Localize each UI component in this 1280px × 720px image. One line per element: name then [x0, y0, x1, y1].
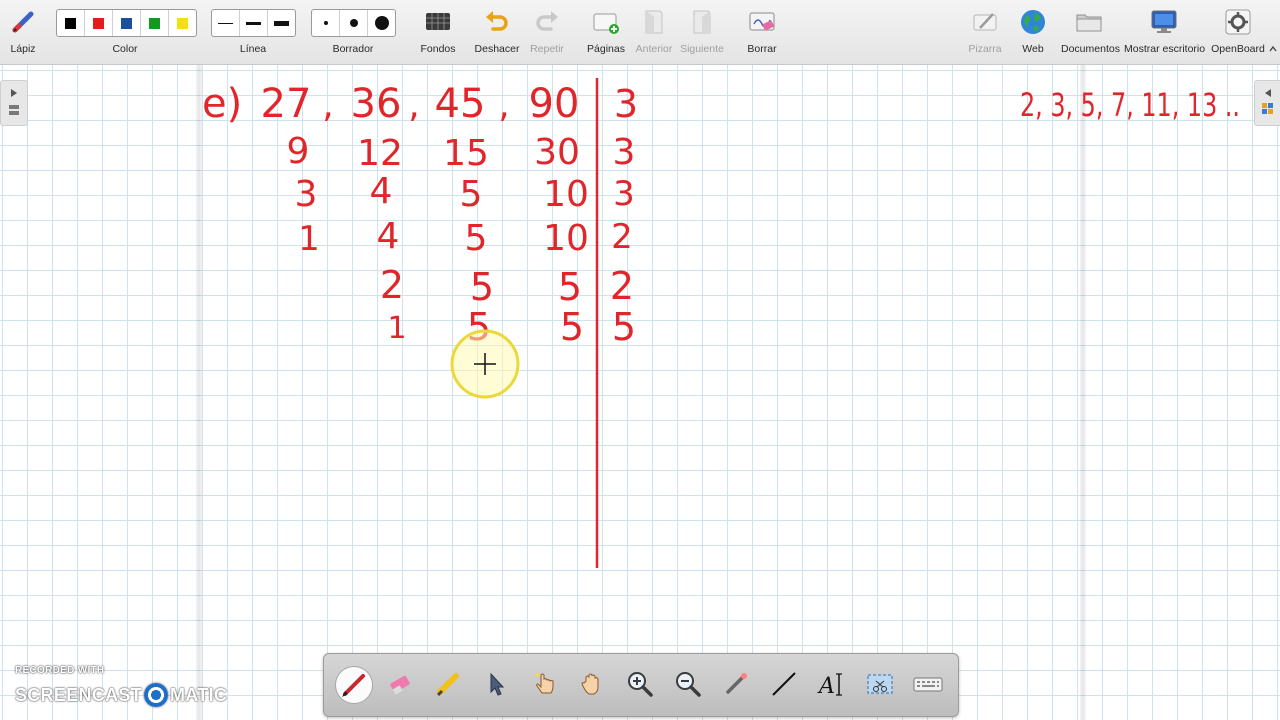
- eraser-icon: [390, 675, 410, 695]
- comma: ,: [498, 85, 509, 126]
- capture-icon: [867, 674, 893, 694]
- quotient-cell: 10: [543, 174, 589, 215]
- divisor: 3: [614, 82, 638, 126]
- eraser-tool-button[interactable]: [383, 667, 417, 701]
- watermark-right-text: MATIC: [170, 684, 228, 705]
- line-tool-button[interactable]: [767, 667, 801, 701]
- quotient-cell: 4: [370, 171, 393, 212]
- keyboard-icon: [913, 677, 943, 692]
- pan-hand-icon: [581, 673, 599, 695]
- quotient-cell: 5: [558, 265, 582, 309]
- quotient-cell: 2: [380, 263, 404, 307]
- line-icon: [772, 672, 796, 696]
- svg-text:A: A: [817, 674, 835, 699]
- interact-tool-button[interactable]: [527, 667, 561, 701]
- header-number: 45: [435, 81, 486, 127]
- comma: ,: [322, 85, 333, 126]
- quotient-cell: 1: [387, 311, 406, 346]
- laser-pointer-tool-button[interactable]: [719, 667, 753, 701]
- watermark-left-text: SCREENCAST: [15, 684, 143, 705]
- divisor: 3: [613, 174, 635, 214]
- pan-tool-button[interactable]: [575, 667, 609, 701]
- quotient-cell: 3: [295, 174, 318, 215]
- quotient-cell: 12: [357, 133, 403, 174]
- primes-note: 2, 3, 5, 7, 11, 13 ..: [1020, 86, 1240, 124]
- recorder-watermark-caption: RECORDED WITH: [15, 665, 105, 676]
- divisor: 5: [612, 305, 636, 349]
- zoom-in-tool-button[interactable]: [623, 667, 657, 701]
- divisor: 2: [610, 264, 634, 308]
- quotient-cell: 9: [287, 131, 310, 172]
- quotient-cell: 15: [443, 133, 489, 174]
- text-icon: A: [817, 673, 842, 699]
- pen-icon: [342, 674, 365, 697]
- selector-icon: [490, 672, 505, 696]
- quotient-cell: 5: [470, 265, 494, 309]
- virtual-keyboard-button[interactable]: [911, 667, 945, 701]
- crosshair-icon: [450, 329, 520, 399]
- problem-label: e): [202, 81, 242, 127]
- selector-tool-button[interactable]: [479, 667, 513, 701]
- highlighter-tool-button[interactable]: [431, 667, 465, 701]
- header-number: 36: [351, 81, 402, 127]
- divisor: 2: [611, 217, 633, 257]
- recorder-watermark: SCREENCAST MATIC: [15, 683, 227, 707]
- quotient-cell: 4: [377, 216, 400, 257]
- highlighter-icon: [436, 673, 459, 697]
- pointer-hand-icon: [535, 673, 554, 694]
- laser-pointer-icon: [726, 673, 747, 694]
- quotient-cell: 5: [465, 218, 488, 259]
- pen-tool-button[interactable]: [335, 666, 373, 704]
- header-number: 90: [529, 81, 580, 127]
- quotient-cell: 5: [460, 174, 483, 215]
- capture-tool-button[interactable]: [863, 667, 897, 701]
- screencast-logo-icon: [144, 683, 169, 707]
- tool-palette: A: [323, 653, 959, 717]
- quotient-cell: 5: [560, 305, 584, 349]
- quotient-cell: 30: [534, 132, 580, 173]
- text-tool-button[interactable]: A: [815, 667, 849, 701]
- comma: ,: [408, 85, 419, 126]
- zoom-out-icon: [676, 672, 701, 697]
- quotient-cell: 10: [543, 218, 589, 259]
- divisor: 3: [613, 132, 636, 173]
- quotient-cell: 1: [298, 219, 320, 259]
- ink-layer: e) 27 , 36 , 45 , 90 9 12 15 30 3 4 5 10…: [202, 78, 1240, 568]
- header-number: 27: [261, 81, 312, 127]
- zoom-out-tool-button[interactable]: [671, 667, 705, 701]
- zoom-in-icon: [628, 672, 653, 697]
